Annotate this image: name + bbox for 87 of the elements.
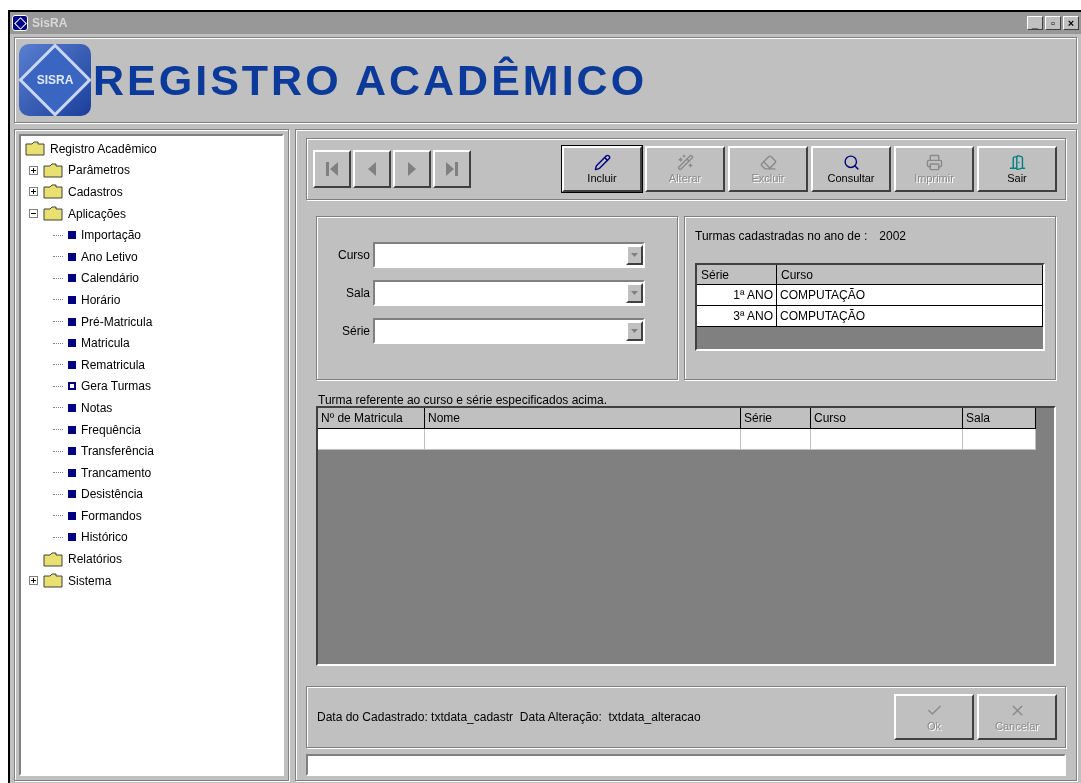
first-icon: [325, 161, 339, 177]
toolbar-button[interactable]: Incluir: [562, 146, 642, 192]
logo-text: SISRA: [36, 72, 74, 89]
dropdown-arrow-icon: [631, 329, 638, 333]
folder-icon: [43, 573, 63, 589]
table-cell: [741, 429, 811, 450]
tree-item[interactable]: Registro Acadêmico: [50, 139, 157, 158]
tree-item[interactable]: Horário: [81, 290, 121, 309]
table-cell: COMPUTAÇÃO: [777, 306, 1043, 327]
printer-icon: [925, 154, 943, 171]
year-value: 2002: [879, 228, 907, 245]
status-field[interactable]: [306, 754, 1066, 776]
square-icon: [68, 274, 76, 283]
square-icon: [68, 490, 76, 499]
tree-item[interactable]: Matricula: [81, 334, 130, 353]
tree-item[interactable]: Aplicações: [68, 204, 127, 223]
record-dates-text: Data do Cadastrado: txtdata_cadastr Data Alteração: txtdata_alteracao: [317, 709, 701, 726]
window-control[interactable]: ×: [1063, 16, 1079, 30]
tree-item[interactable]: Notas: [81, 398, 113, 417]
square-icon: [68, 231, 76, 240]
tree-item[interactable]: Ano Letivo: [81, 247, 138, 266]
square-icon: [68, 339, 76, 348]
tree-item[interactable]: Cadastros: [68, 183, 123, 201]
square-icon: [68, 468, 76, 477]
expand-toggle[interactable]: [29, 576, 38, 586]
table-cell: 3ª ANO: [697, 306, 777, 327]
square-icon: [68, 533, 76, 542]
next-icon: [407, 161, 417, 177]
dropdown-arrow-icon: [631, 291, 638, 295]
navigation-button[interactable]: [433, 150, 471, 188]
dropdown-field[interactable]: [373, 318, 645, 344]
app-title: REGISTRO ACADÊMICO: [93, 54, 648, 106]
square-icon: [68, 447, 76, 456]
field-label: Série: [342, 323, 370, 340]
previous-icon: [367, 161, 377, 177]
folder-icon: [43, 184, 63, 200]
square-icon: [68, 252, 76, 261]
tree-item[interactable]: Relatórios: [68, 550, 123, 569]
wand-icon: [676, 154, 694, 171]
last-icon: [445, 161, 459, 177]
app-icon: [12, 15, 28, 31]
tree-item[interactable]: Desistência: [81, 485, 144, 504]
folder-icon: [43, 162, 63, 178]
tree-item[interactable]: Calendário: [81, 269, 140, 288]
door-icon: [1008, 154, 1026, 171]
square-icon: [68, 382, 76, 391]
tree-item[interactable]: Transferência: [81, 442, 154, 461]
folder-icon: [43, 206, 63, 222]
search-icon: [842, 154, 860, 171]
tree-item[interactable]: Formandos: [81, 506, 142, 525]
dropdown-field[interactable]: [373, 280, 645, 306]
tree-item[interactable]: Rematricula: [81, 355, 146, 374]
field-label: Curso: [338, 247, 370, 264]
navigation-button[interactable]: [353, 150, 391, 188]
square-icon: [68, 403, 76, 412]
tree-item[interactable]: Importação: [81, 226, 142, 245]
eraser-icon: [759, 154, 777, 171]
square-icon: [68, 360, 76, 369]
tree-item[interactable]: Sistema: [68, 571, 112, 590]
tree-item[interactable]: Histórico: [81, 528, 128, 547]
navigation-button[interactable]: [313, 150, 351, 188]
folder-icon: [25, 141, 45, 157]
square-icon: [68, 511, 76, 520]
classes-caption: Turmas cadastradas no ano de :: [695, 228, 868, 245]
dropdown-field[interactable]: [373, 242, 645, 268]
toolbar-button[interactable]: Sair: [977, 146, 1057, 192]
field-label: Sala: [345, 285, 370, 302]
window-control[interactable]: ▫: [1045, 16, 1061, 30]
window-title: SisRA: [32, 15, 68, 32]
collapse-toggle[interactable]: [29, 209, 38, 219]
navigation-button[interactable]: [393, 150, 431, 188]
folder-icon: [43, 551, 63, 567]
dropdown-arrow-icon: [631, 253, 638, 257]
tree-item[interactable]: Pré-Matricula: [81, 312, 153, 331]
expand-toggle[interactable]: [29, 165, 38, 175]
square-icon: [68, 425, 76, 434]
pencil-icon: [593, 154, 611, 171]
tree-item[interactable]: Frequência: [81, 420, 142, 439]
square-icon: [68, 317, 76, 326]
expand-toggle[interactable]: [29, 187, 38, 197]
square-icon: [68, 295, 76, 304]
tree-item[interactable]: Parâmetros: [68, 161, 131, 180]
tree-item[interactable]: Gera Turmas: [81, 377, 152, 396]
students-caption: Turma referente ao curso e série especificados acima.: [317, 394, 609, 406]
toolbar-button[interactable]: Consultar: [811, 146, 891, 192]
window-control[interactable]: _: [1027, 16, 1043, 30]
tree-item[interactable]: Trancamento: [81, 463, 152, 482]
